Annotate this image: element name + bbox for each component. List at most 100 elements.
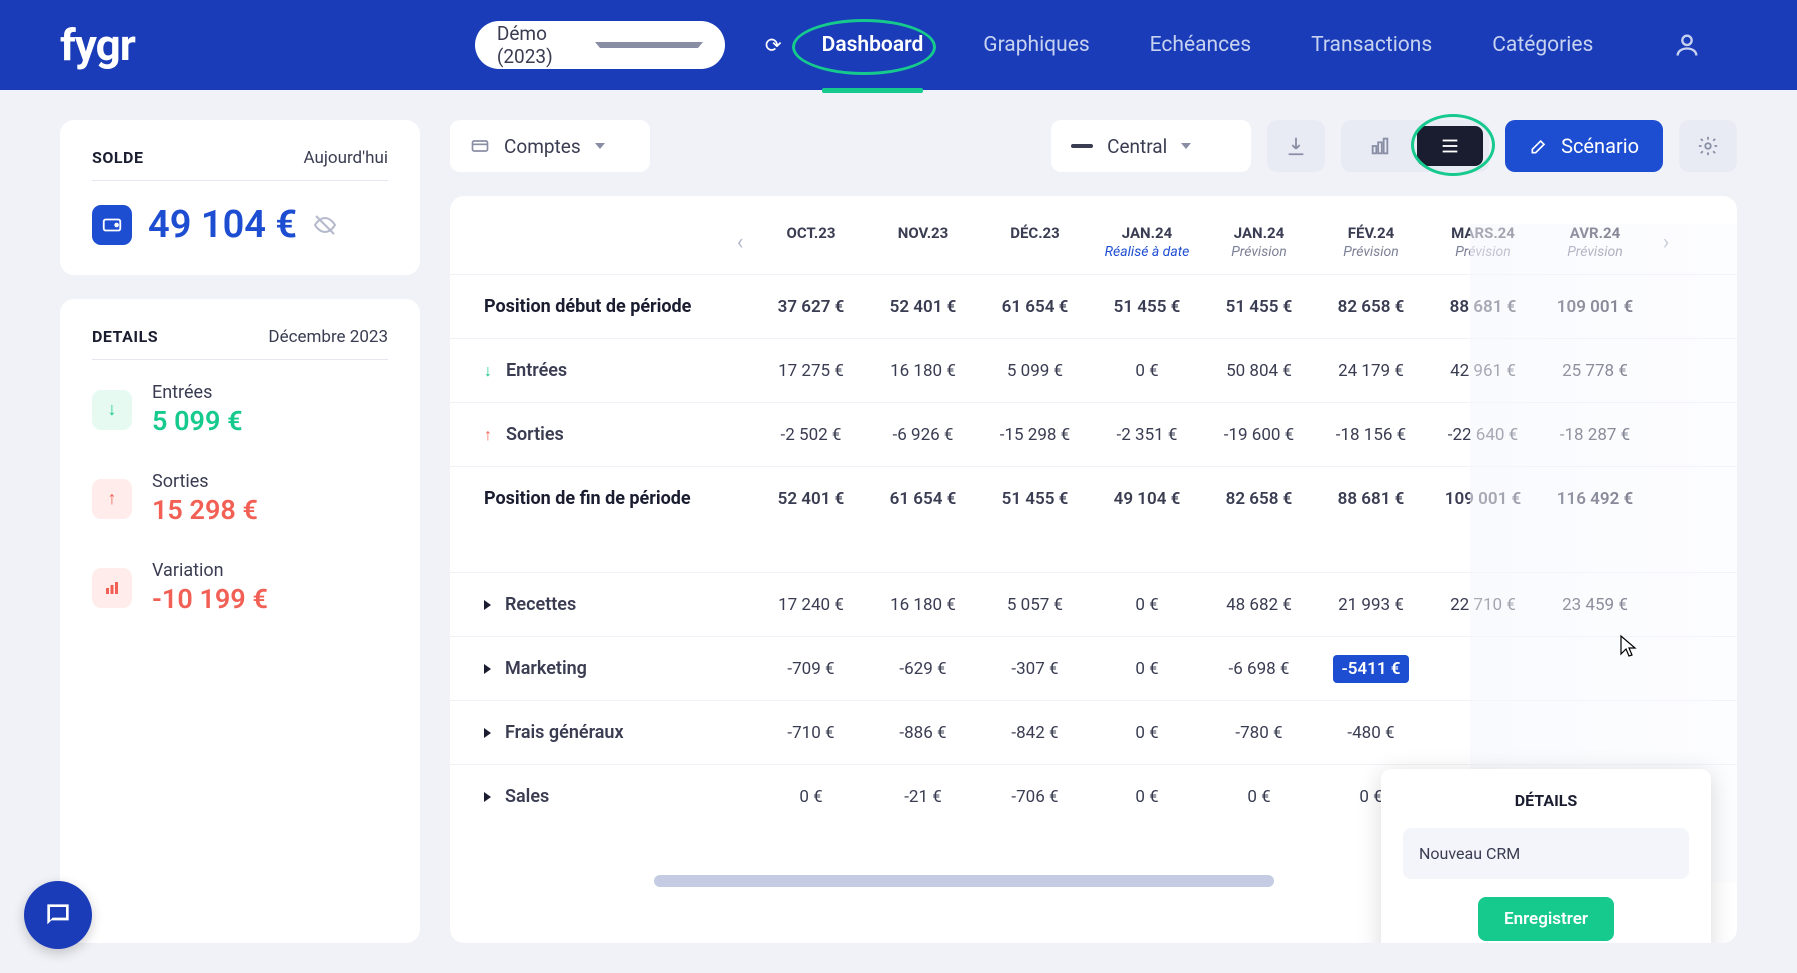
- cell[interactable]: 82 658 €: [1315, 297, 1427, 317]
- save-button[interactable]: Enregistrer: [1478, 897, 1614, 941]
- month-header: MARS.24Prévision: [1427, 224, 1539, 260]
- chevron-down-icon: [595, 143, 605, 149]
- cell[interactable]: 52 401 €: [867, 297, 979, 317]
- cell[interactable]: 109 001 €: [1427, 489, 1539, 509]
- solde-card: SOLDE Aujourd'hui 49 104 €: [60, 120, 420, 275]
- chevron-down-icon: [1181, 143, 1191, 149]
- cell[interactable]: 0 €: [1091, 787, 1203, 807]
- prev-month[interactable]: ‹: [725, 230, 755, 255]
- cell[interactable]: 82 658 €: [1203, 489, 1315, 509]
- download-button[interactable]: [1267, 120, 1325, 172]
- cell[interactable]: -710 €: [755, 723, 867, 743]
- view-chart[interactable]: [1347, 126, 1413, 166]
- org-selector-text: Démo (2023): [497, 22, 595, 68]
- expand-icon[interactable]: [484, 728, 491, 738]
- edit-icon: [1529, 136, 1549, 156]
- cell[interactable]: -6 698 €: [1203, 659, 1315, 679]
- scenario-btn-label: Scénario: [1561, 134, 1639, 158]
- cell[interactable]: 51 455 €: [979, 489, 1091, 509]
- cell[interactable]: -780 €: [1203, 723, 1315, 743]
- cell[interactable]: 17 240 €: [755, 595, 867, 615]
- cell[interactable]: 0 €: [1203, 787, 1315, 807]
- cell[interactable]: 25 778 €: [1539, 361, 1651, 381]
- cell[interactable]: -842 €: [979, 723, 1091, 743]
- cell[interactable]: 0 €: [755, 787, 867, 807]
- cell[interactable]: -480 €: [1315, 723, 1427, 743]
- detail-variation: Variation -10 199 €: [92, 560, 388, 615]
- cell[interactable]: -22 640 €: [1427, 425, 1539, 445]
- cell[interactable]: 61 654 €: [979, 297, 1091, 317]
- cell[interactable]: 23 459 €: [1539, 595, 1651, 615]
- cell[interactable]: -706 €: [979, 787, 1091, 807]
- row-label: Position de fin de période: [450, 488, 725, 509]
- expand-icon[interactable]: [484, 664, 491, 674]
- next-month[interactable]: ›: [1651, 230, 1681, 255]
- table-row: Position début de période 37 627 €52 401 …: [450, 274, 1737, 338]
- cell[interactable]: -19 600 €: [1203, 425, 1315, 445]
- popover-input[interactable]: [1403, 828, 1689, 879]
- row-label: Position début de période: [450, 296, 725, 317]
- cell[interactable]: 24 179 €: [1315, 361, 1427, 381]
- cell[interactable]: -15 298 €: [979, 425, 1091, 445]
- cell[interactable]: 48 682 €: [1203, 595, 1315, 615]
- eye-off-icon[interactable]: [313, 213, 337, 237]
- cell[interactable]: -6 926 €: [867, 425, 979, 445]
- cell[interactable]: -18 287 €: [1539, 425, 1651, 445]
- month-header: JAN.24Prévision: [1203, 224, 1315, 260]
- expand-icon[interactable]: [484, 792, 491, 802]
- cell[interactable]: 88 681 €: [1315, 489, 1427, 509]
- row-label[interactable]: Sales: [450, 786, 725, 807]
- row-label[interactable]: Recettes: [450, 594, 725, 615]
- cell[interactable]: -629 €: [867, 659, 979, 679]
- details-sub: Décembre 2023: [268, 327, 388, 347]
- cell[interactable]: -2 502 €: [755, 425, 867, 445]
- cell[interactable]: -5411 €: [1315, 659, 1427, 679]
- cell[interactable]: -18 156 €: [1315, 425, 1427, 445]
- scenario-button[interactable]: Scénario: [1505, 120, 1663, 172]
- cell[interactable]: 52 401 €: [755, 489, 867, 509]
- settings-button[interactable]: [1679, 120, 1737, 172]
- cell[interactable]: 51 455 €: [1203, 297, 1315, 317]
- cell[interactable]: 16 180 €: [867, 595, 979, 615]
- nav-transactions[interactable]: Transactions: [1311, 33, 1432, 57]
- cell[interactable]: 61 654 €: [867, 489, 979, 509]
- cell[interactable]: 116 492 €: [1539, 489, 1651, 509]
- scenario-selector[interactable]: Central: [1051, 120, 1251, 172]
- cell[interactable]: 5 057 €: [979, 595, 1091, 615]
- user-icon[interactable]: [1673, 31, 1701, 59]
- nav-dashboard[interactable]: Dashboard: [822, 33, 924, 57]
- cell[interactable]: -709 €: [755, 659, 867, 679]
- accounts-selector[interactable]: Comptes: [450, 120, 650, 172]
- cell[interactable]: 42 961 €: [1427, 361, 1539, 381]
- cell[interactable]: 51 455 €: [1091, 297, 1203, 317]
- cell[interactable]: 17 275 €: [755, 361, 867, 381]
- cell[interactable]: 0 €: [1091, 595, 1203, 615]
- cell[interactable]: 16 180 €: [867, 361, 979, 381]
- cell[interactable]: 0 €: [1091, 659, 1203, 679]
- org-selector[interactable]: Démo (2023): [475, 21, 725, 69]
- cell[interactable]: 22 710 €: [1427, 595, 1539, 615]
- nav-graphiques[interactable]: Graphiques: [983, 33, 1089, 57]
- cell[interactable]: -21 €: [867, 787, 979, 807]
- cell[interactable]: 88 681 €: [1427, 297, 1539, 317]
- cell[interactable]: 109 001 €: [1539, 297, 1651, 317]
- row-label[interactable]: Marketing: [450, 658, 725, 679]
- cell[interactable]: 21 993 €: [1315, 595, 1427, 615]
- cell[interactable]: -2 351 €: [1091, 425, 1203, 445]
- solde-value: 49 104 €: [148, 203, 297, 247]
- cell[interactable]: 49 104 €: [1091, 489, 1203, 509]
- row-label[interactable]: Frais généraux: [450, 722, 725, 743]
- nav-echeances[interactable]: Echéances: [1150, 33, 1251, 57]
- chat-bubble[interactable]: [24, 881, 92, 949]
- refresh-icon[interactable]: ⟳: [765, 33, 782, 57]
- cell[interactable]: 0 €: [1091, 361, 1203, 381]
- cell[interactable]: 0 €: [1091, 723, 1203, 743]
- cell[interactable]: -307 €: [979, 659, 1091, 679]
- expand-icon[interactable]: [484, 600, 491, 610]
- cell[interactable]: 5 099 €: [979, 361, 1091, 381]
- cell[interactable]: -886 €: [867, 723, 979, 743]
- cell[interactable]: 50 804 €: [1203, 361, 1315, 381]
- cell[interactable]: 37 627 €: [755, 297, 867, 317]
- nav-categories[interactable]: Catégories: [1492, 33, 1593, 57]
- view-table[interactable]: [1417, 126, 1483, 166]
